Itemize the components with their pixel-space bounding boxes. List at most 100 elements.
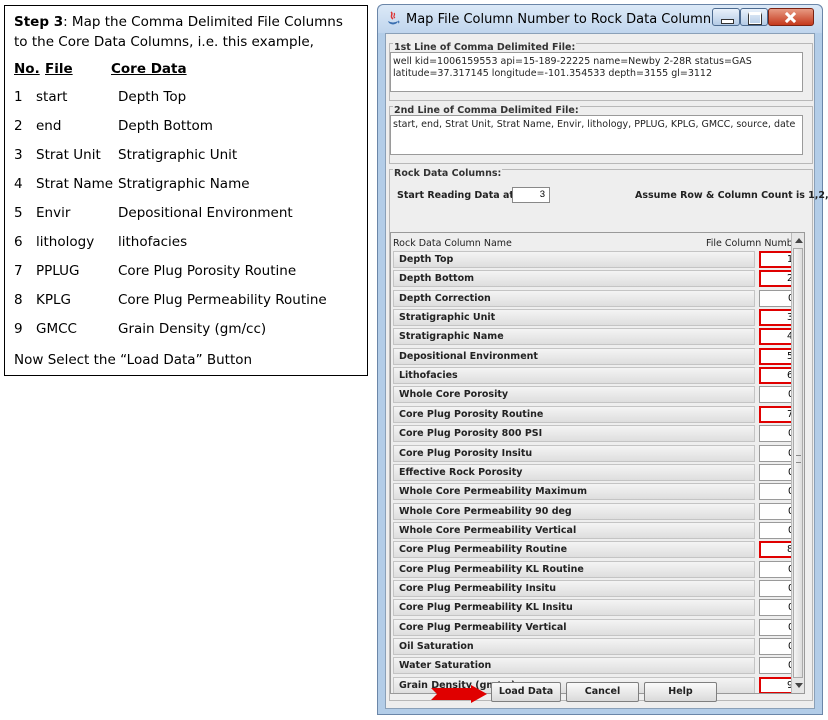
- mapping-number: 9: [14, 321, 23, 337]
- column-name-cell: Effective Rock Porosity: [393, 463, 755, 481]
- mapping-row: 7 PPLUG Core Plug Porosity Routine: [5, 263, 365, 283]
- table-row: Stratigraphic Name 4: [393, 328, 799, 347]
- column-name-cell: Core Plug Permeability Vertical: [393, 618, 755, 636]
- scroll-up-icon[interactable]: [795, 238, 803, 243]
- mapping-number: 2: [14, 118, 23, 134]
- mapping-file: PPLUG: [36, 263, 80, 279]
- mapping-core-data: Stratigraphic Unit: [118, 147, 238, 163]
- column-name-cell: Stratigraphic Name: [393, 328, 755, 346]
- red-arrow-icon: [431, 685, 487, 703]
- instruction-panel: Step 3: Map the Comma Delimited File Col…: [4, 5, 368, 376]
- mapping-file: Envir: [36, 205, 71, 221]
- mapping-number: 4: [14, 176, 23, 192]
- column-name-cell: Depth Bottom: [393, 270, 755, 288]
- table-row: Core Plug Permeability Insitu0: [393, 579, 799, 599]
- mapping-number: 7: [14, 263, 23, 279]
- second-line-textarea[interactable]: start, end, Strat Unit, Strat Name, Envi…: [390, 115, 803, 155]
- table-row: Core Plug Permeability Vertical0: [393, 618, 799, 638]
- close-button[interactable]: [768, 8, 814, 26]
- table-row: Water Saturation0: [393, 657, 799, 676]
- column-number-header: File Column Number: [706, 238, 803, 249]
- table-row: Whole Core Permeability 90 deg0: [393, 502, 799, 522]
- load-data-button[interactable]: Load Data: [491, 682, 561, 702]
- mapping-file: lithology: [36, 234, 95, 250]
- table-row: Depositional Environment 5: [393, 347, 799, 367]
- column-name-cell: Depth Correction: [393, 289, 755, 307]
- step-text: : Map the Comma Delimited File Columns t…: [14, 14, 343, 50]
- table-row: Core Plug Permeability KL Routine0: [393, 560, 799, 580]
- table-row: Whole Core Permeability Vertical0: [393, 521, 799, 541]
- table-row: Depth Correction0: [393, 289, 799, 309]
- table-row: Depth Bottom 2: [393, 270, 799, 289]
- table-row: Whole Core Porosity0: [393, 386, 799, 405]
- column-name-cell: Core Plug Permeability KL Routine: [393, 560, 755, 578]
- assume-count-label: Assume Row & Column Count is 1,2,3 ...: [635, 190, 828, 201]
- rock-data-table: Rock Data Column Name File Column Number…: [390, 232, 805, 694]
- mapping-row: 2 end Depth Bottom: [5, 118, 365, 138]
- header-core-data: Core Data: [111, 61, 187, 77]
- mapping-core-data: Depth Bottom: [118, 118, 213, 134]
- column-name-cell: Water Saturation: [393, 657, 755, 675]
- column-name-cell: Depth Top: [393, 251, 755, 268]
- table-row: Depth Top 1: [393, 251, 799, 270]
- minimize-button[interactable]: [712, 8, 740, 26]
- scroll-down-icon[interactable]: [795, 683, 803, 688]
- table-row: Whole Core Permeability Maximum0: [393, 483, 799, 502]
- column-name-cell: Core Plug Porosity Insitu: [393, 444, 755, 462]
- dialog-content: 1st Line of Comma Delimited File: well k…: [385, 33, 828, 709]
- vertical-scrollbar[interactable]: [791, 233, 804, 693]
- column-name-header: Rock Data Column Name: [393, 238, 512, 249]
- mapping-file: end: [36, 118, 62, 134]
- column-name-cell: Core Plug Porosity 800 PSI: [393, 425, 755, 443]
- column-name-cell: Depositional Environment: [393, 347, 755, 365]
- mapping-file: GMCC: [36, 321, 77, 337]
- table-row: Core Plug Permeability KL Insitu0: [393, 599, 799, 618]
- instruction-intro: Step 3: Map the Comma Delimited File Col…: [14, 12, 359, 52]
- first-line-text-1: well kid=1006159553 api=15-189-22225 nam…: [393, 56, 752, 67]
- table-row: Core Plug Porosity Insitu0: [393, 444, 799, 464]
- column-name-cell: Core Plug Permeability KL Insitu: [393, 599, 755, 617]
- mapping-row: 6 lithology lithofacies: [5, 234, 365, 254]
- first-line-text-2: latitude=37.317145 longitude=-101.354533…: [393, 68, 713, 79]
- mapping-number: 1: [14, 89, 23, 105]
- table-row: Core Plug Permeability Routine 8: [393, 541, 799, 560]
- table-row: Oil Saturation0: [393, 638, 799, 657]
- table-row: Stratigraphic Unit 3: [393, 309, 799, 328]
- column-name-cell: Core Plug Permeability Insitu: [393, 579, 755, 597]
- mapping-number: 6: [14, 234, 23, 250]
- first-line-group: 1st Line of Comma Delimited File: well k…: [389, 42, 813, 101]
- mapping-row: 5 Envir Depositional Environment: [5, 205, 365, 225]
- step-label: Step 3: [14, 14, 64, 30]
- mapping-core-data: Stratigraphic Name: [118, 176, 250, 192]
- mapping-core-data: Depositional Environment: [118, 205, 293, 221]
- mapping-row: 9 GMCC Grain Density (gm/cc): [5, 321, 365, 341]
- help-button[interactable]: Help: [644, 682, 717, 702]
- second-line-group: 2nd Line of Comma Delimited File: start,…: [389, 105, 813, 164]
- column-name-cell: Lithofacies: [393, 367, 755, 385]
- scrollbar-thumb[interactable]: [793, 248, 803, 678]
- table-row: Core Plug Porosity 800 PSI0: [393, 425, 799, 444]
- title-bar[interactable]: Map File Column Number to Rock Data Colu…: [378, 5, 822, 33]
- header-no: No.: [14, 61, 40, 77]
- mapping-file: Strat Name: [36, 176, 114, 192]
- mapping-number: 8: [14, 292, 23, 308]
- column-name-cell: Core Plug Permeability Routine: [393, 541, 755, 559]
- column-name-cell: Whole Core Permeability 90 deg: [393, 502, 755, 520]
- mapping-core-data: Core Plug Porosity Routine: [118, 263, 297, 279]
- table-row: Core Plug Porosity Routine 7: [393, 405, 799, 425]
- column-name-cell: Whole Core Porosity: [393, 386, 755, 404]
- column-name-cell: Core Plug Porosity Routine: [393, 405, 755, 423]
- table-row: Effective Rock Porosity0: [393, 463, 799, 483]
- mapping-number: 3: [14, 147, 23, 163]
- mapping-row: 3 Strat Unit Stratigraphic Unit: [5, 147, 365, 167]
- first-line-textarea[interactable]: well kid=1006159553 api=15-189-22225 nam…: [390, 52, 803, 92]
- second-line-text: start, end, Strat Unit, Strat Name, Envi…: [393, 119, 796, 130]
- mapping-core-data: lithofacies: [118, 234, 188, 250]
- mapping-row: 4 Strat Name Stratigraphic Name: [5, 176, 365, 196]
- mapping-core-data: Core Plug Permeability Routine: [118, 292, 327, 308]
- cancel-button[interactable]: Cancel: [566, 682, 639, 702]
- mapping-number: 5: [14, 205, 23, 221]
- instruction-footer: Now Select the “Load Data” Button: [14, 352, 253, 368]
- start-row-input[interactable]: 3: [512, 187, 550, 203]
- maximize-button[interactable]: [740, 8, 768, 26]
